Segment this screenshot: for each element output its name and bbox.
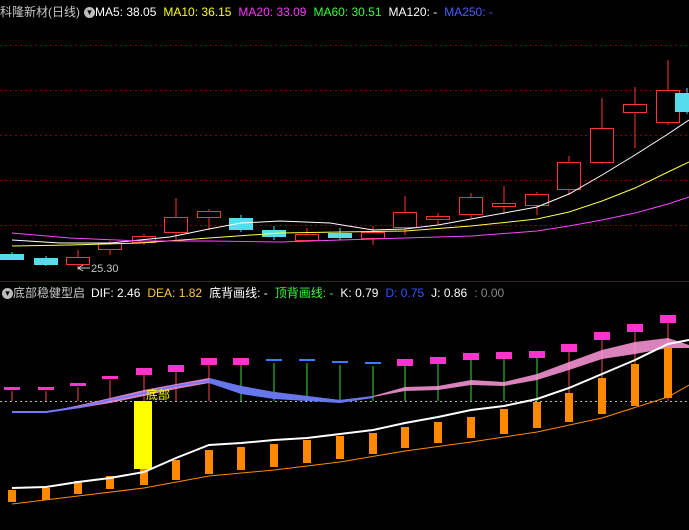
signal-marker — [397, 359, 413, 366]
signal-marker — [660, 315, 676, 323]
candle-body — [393, 212, 417, 228]
signal-marker — [463, 353, 479, 360]
signal-marker — [70, 383, 86, 386]
signal-marker — [365, 362, 381, 364]
bottom-signal-bar — [134, 401, 152, 469]
candle-body — [164, 217, 188, 233]
signal-marker — [332, 361, 348, 363]
orange-bar — [8, 490, 16, 502]
signal-marker — [299, 359, 315, 361]
candle-body — [229, 218, 253, 230]
orange-bar — [664, 348, 672, 398]
signal-marker — [102, 376, 118, 379]
orange-bar — [598, 378, 606, 414]
candle-body — [197, 211, 221, 218]
price-chart[interactable]: 25.30 — [0, 0, 689, 281]
low-price-label: 25.30 — [91, 263, 119, 275]
signal-marker — [201, 358, 217, 365]
signal-marker — [136, 368, 152, 375]
candle-body — [295, 234, 319, 241]
bottom-label: 底部 — [146, 387, 170, 402]
orange-bar — [434, 422, 442, 443]
candle-body — [590, 128, 614, 163]
candle-body — [623, 104, 647, 113]
signal-marker — [233, 358, 249, 365]
orange-bar — [270, 444, 278, 467]
signal-marker — [38, 387, 54, 390]
signal-marker — [168, 365, 184, 372]
signal-marker — [529, 351, 545, 358]
orange-bar — [303, 440, 311, 463]
candle-body — [459, 197, 483, 215]
candle-body — [675, 93, 689, 112]
orange-bar — [42, 488, 50, 500]
candle-body — [328, 233, 352, 238]
signal-marker — [496, 352, 512, 359]
signal-marker — [594, 332, 610, 340]
signal-marker — [4, 387, 20, 390]
orange-bar — [205, 450, 213, 474]
orange-bar — [533, 402, 541, 428]
candle-body — [557, 162, 581, 190]
signal-marker — [561, 344, 577, 352]
indicator-chart[interactable]: 底部 — [0, 282, 689, 530]
orange-bar — [237, 447, 245, 470]
k-band-mid — [209, 378, 373, 403]
orange-bar — [336, 436, 344, 459]
orange-bar — [172, 460, 180, 480]
candle-body — [492, 203, 516, 207]
orange-bar — [467, 417, 475, 438]
candle-body — [361, 232, 385, 239]
orange-bar — [631, 364, 639, 406]
orange-bar — [500, 409, 508, 434]
ma5-line — [11, 119, 689, 244]
candle-body — [34, 258, 58, 265]
candle-body — [66, 257, 90, 265]
signal-marker — [627, 324, 643, 332]
candle-body — [0, 254, 24, 260]
orange-bar — [565, 393, 573, 422]
signal-marker — [430, 357, 446, 364]
signal-marker — [266, 359, 282, 361]
candle-body — [426, 216, 450, 220]
orange-bar — [369, 433, 377, 454]
orange-bar — [401, 427, 409, 448]
